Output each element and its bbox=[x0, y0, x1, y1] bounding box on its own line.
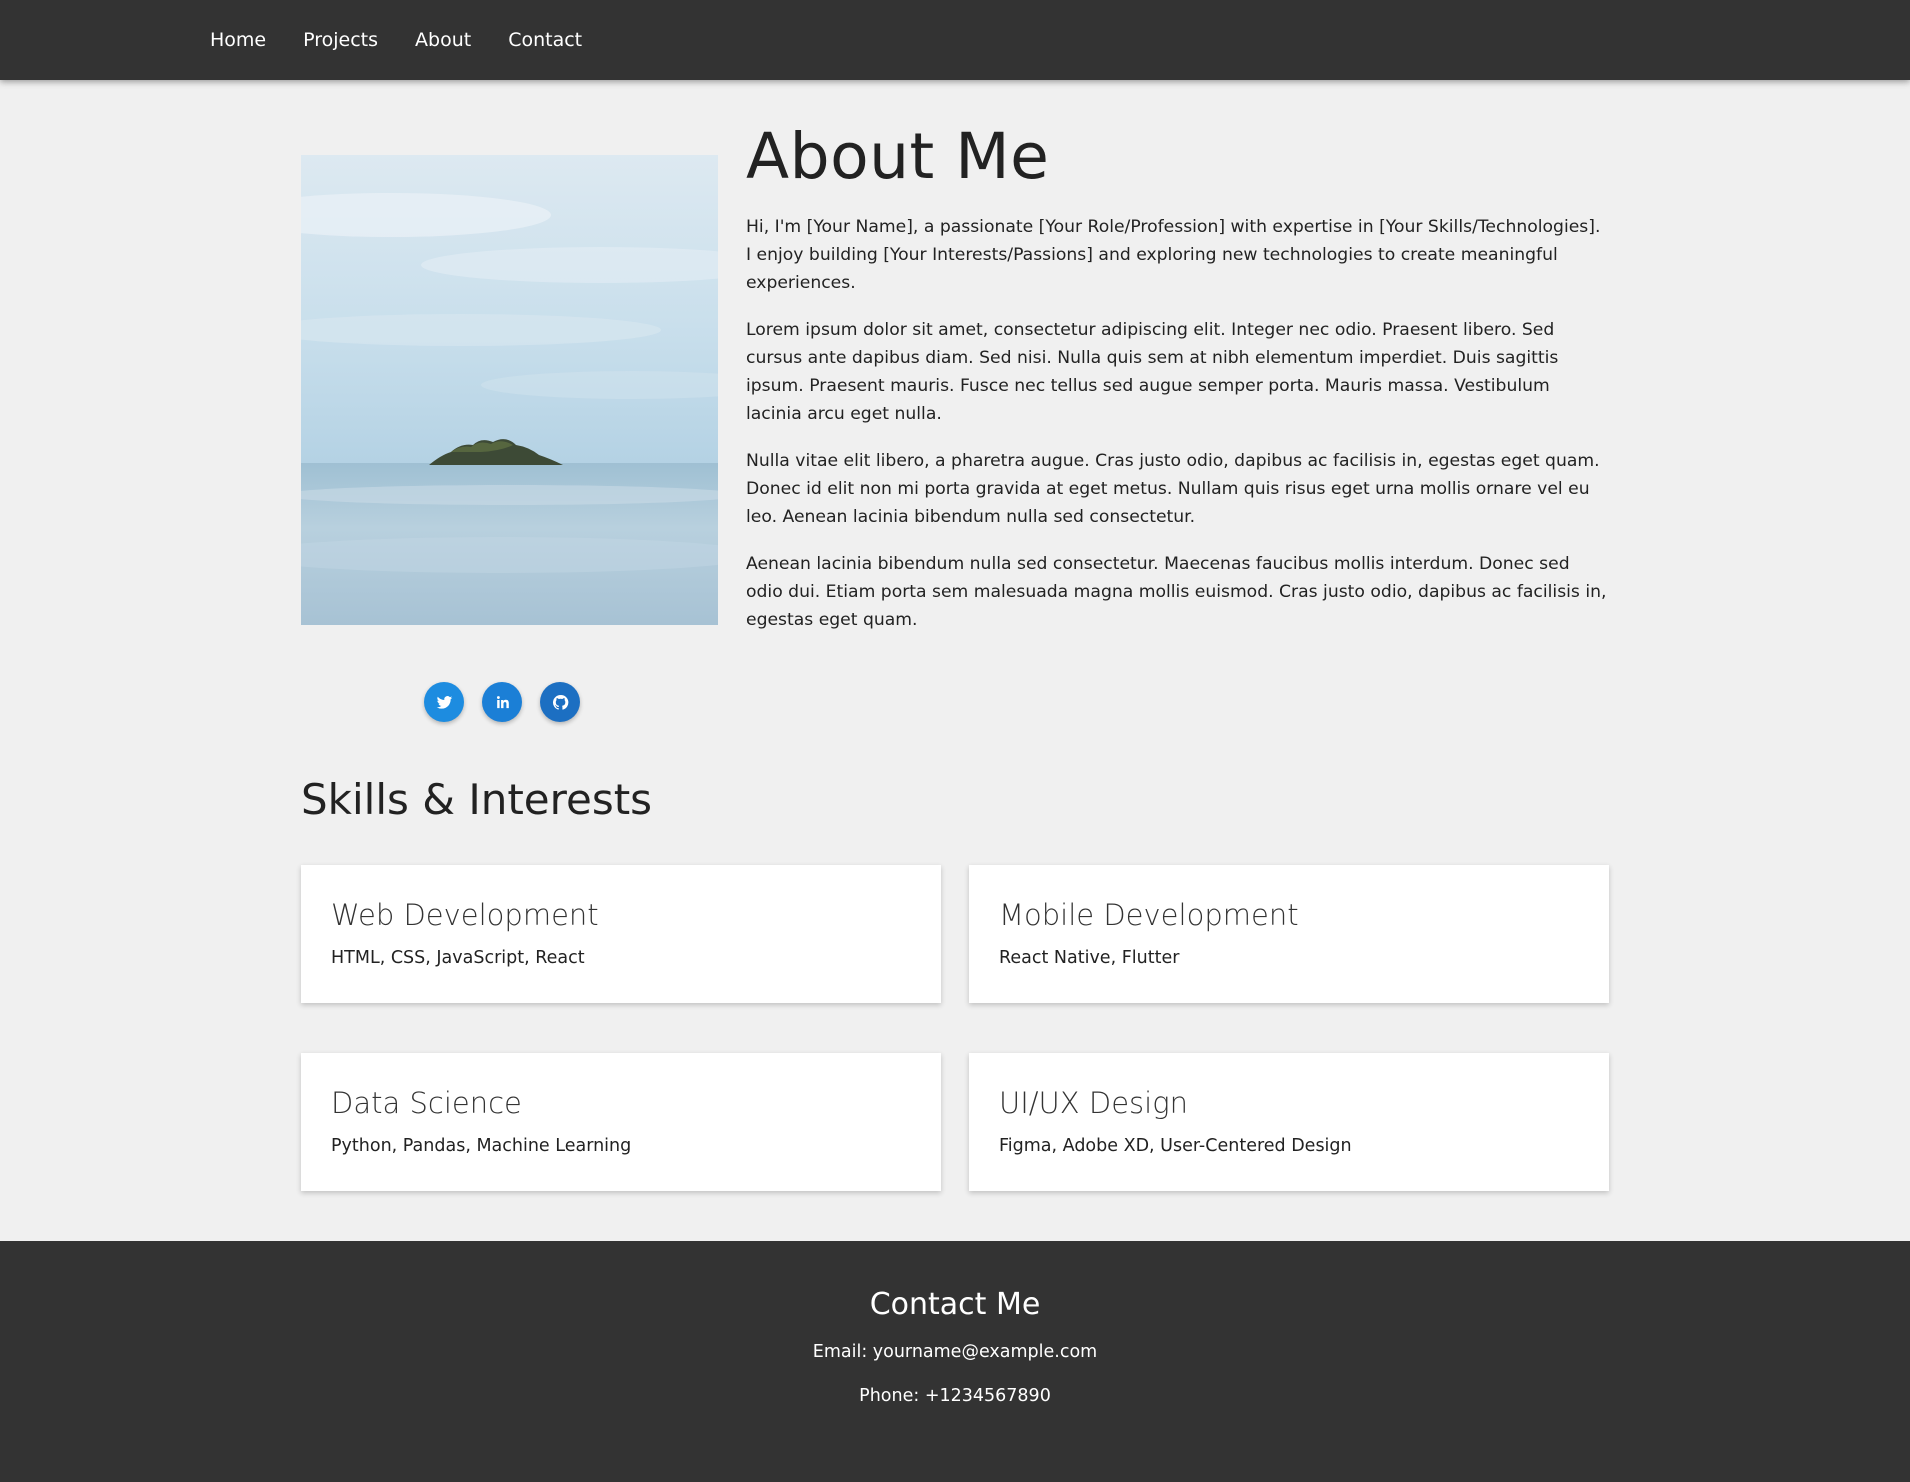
skill-card-text: React Native, Flutter bbox=[999, 948, 1180, 968]
skill-card-text: Python, Pandas, Machine Learning bbox=[331, 1136, 632, 1156]
about-paragraph: Aenean lacinia bibendum nulla sed consec… bbox=[746, 554, 1607, 631]
skills-heading: Skills & Interests bbox=[301, 775, 653, 824]
skill-card-uiux: UI/UX Design Figma, Adobe XD, User-Cente… bbox=[969, 1053, 1609, 1191]
about-paragraph: Hi, I'm [Your Name], a passionate [Your … bbox=[746, 217, 1601, 294]
twitter-button[interactable] bbox=[424, 682, 464, 722]
about-section: About Me Hi, I'm [Your Name], a passiona… bbox=[746, 122, 1609, 653]
social-links bbox=[424, 682, 580, 722]
github-button[interactable] bbox=[540, 682, 580, 722]
linkedin-icon bbox=[496, 695, 509, 708]
nav-link-contact[interactable]: Contact bbox=[508, 29, 582, 51]
skills-grid: Web Development HTML, CSS, JavaScript, R… bbox=[301, 865, 1609, 1191]
top-navbar: Home Projects About Contact bbox=[0, 0, 1910, 80]
skill-card-data-science: Data Science Python, Pandas, Machine Lea… bbox=[301, 1053, 941, 1191]
skill-card-title: Mobile Development bbox=[999, 898, 1299, 932]
skill-card-title: Web Development bbox=[331, 898, 599, 932]
page-title: About Me bbox=[746, 120, 1050, 193]
nav-link-projects[interactable]: Projects bbox=[303, 29, 378, 51]
github-icon bbox=[552, 694, 568, 710]
footer-title: Contact Me bbox=[869, 1287, 1041, 1322]
footer-email: Email: yourname@example.com bbox=[812, 1342, 1098, 1362]
island-seascape-image bbox=[301, 155, 718, 625]
about-paragraph: Lorem ipsum dolor sit amet, consectetur … bbox=[746, 320, 1559, 425]
skill-card-text: Figma, Adobe XD, User-Centered Design bbox=[999, 1136, 1352, 1156]
skill-card-title: Data Science bbox=[331, 1086, 522, 1120]
skill-card-title: UI/UX Design bbox=[999, 1086, 1188, 1120]
skill-card-mobile: Mobile Development React Native, Flutter bbox=[969, 865, 1609, 1003]
nav-link-home[interactable]: Home bbox=[210, 29, 266, 51]
skill-card-text: HTML, CSS, JavaScript, React bbox=[331, 948, 585, 968]
skill-card-web: Web Development HTML, CSS, JavaScript, R… bbox=[301, 865, 941, 1003]
footer-phone: Phone: +1234567890 bbox=[859, 1386, 1051, 1406]
nav-link-about[interactable]: About bbox=[415, 29, 471, 51]
contact-footer: Contact Me Email: yourname@example.com P… bbox=[0, 1241, 1910, 1482]
twitter-icon bbox=[436, 695, 452, 709]
about-paragraph: Nulla vitae elit libero, a pharetra augu… bbox=[746, 451, 1600, 528]
linkedin-button[interactable] bbox=[482, 682, 522, 722]
profile-photo bbox=[301, 155, 718, 625]
